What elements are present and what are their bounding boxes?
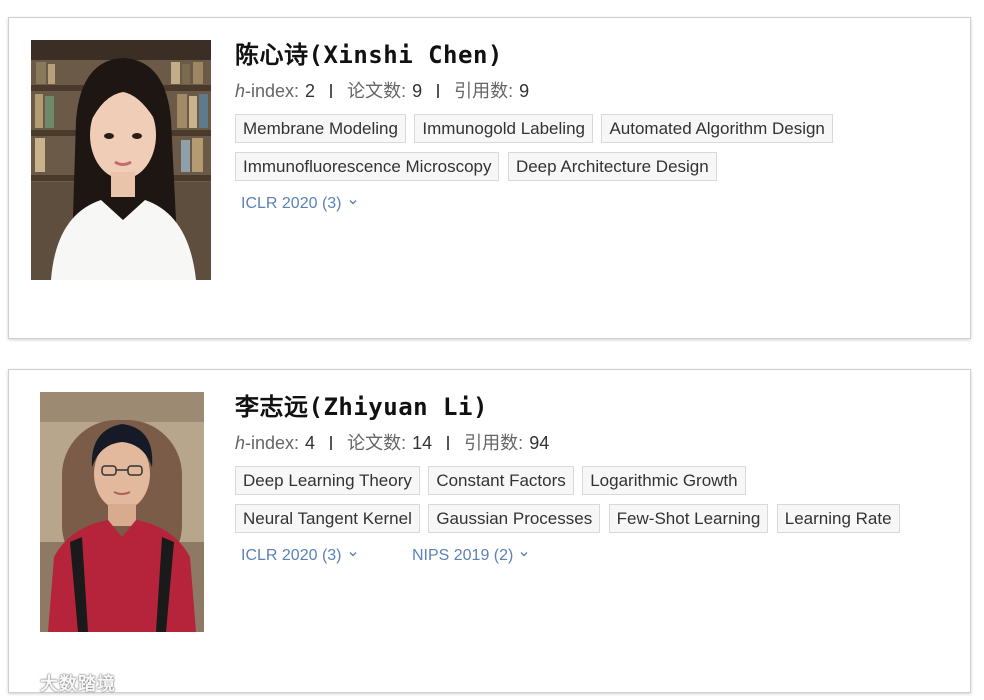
researcher-name[interactable]: 李志远(Zhiyuan Li) <box>235 390 950 424</box>
venue-label: NIPS 2019 (2) <box>411 547 514 564</box>
researcher-stats: h-index: 2 论文数: 9 引用数: 9 <box>235 78 950 104</box>
papers-value: 14 <box>412 433 433 453</box>
researcher-photo[interactable] <box>31 40 211 280</box>
h-index-prefix: h <box>235 433 246 453</box>
venue-label: ICLR 2020 (3) <box>241 547 342 564</box>
interest-tag[interactable]: Constant Factors <box>428 466 574 495</box>
interest-tag[interactable]: Few-Shot Learning <box>608 504 769 533</box>
researcher-photo[interactable] <box>40 392 204 632</box>
interest-tag[interactable]: Neural Tangent Kernel <box>235 504 420 533</box>
h-index-value: 4 <box>305 433 316 453</box>
venue-label: ICLR 2020 (3) <box>241 195 342 212</box>
venue-list: ICLR 2020 (3) <box>235 192 950 216</box>
interest-tag[interactable]: Automated Algorithm Design <box>601 114 833 143</box>
venue-dropdown[interactable]: NIPS 2019 (2) <box>412 544 529 568</box>
interest-tag[interactable]: Gaussian Processes <box>428 504 601 533</box>
h-index-value: 2 <box>305 81 316 101</box>
interest-tag[interactable]: Learning Rate <box>776 504 900 533</box>
citations-value: 9 <box>519 81 530 101</box>
researcher-name[interactable]: 陈心诗(Xinshi Chen) <box>235 38 950 72</box>
interest-tag[interactable]: Immunofluorescence Microscopy <box>235 152 500 181</box>
interest-tag[interactable]: Deep Learning Theory <box>235 466 420 495</box>
interest-tag[interactable]: Deep Architecture Design <box>507 152 717 181</box>
papers-label: 论文数: <box>347 433 407 453</box>
tag-list: Membrane Modeling Immunogold Labeling Au… <box>235 114 935 190</box>
chevron-down-icon <box>349 552 356 557</box>
interest-tag[interactable]: Immunogold Labeling <box>414 114 593 143</box>
stats-divider <box>330 436 333 450</box>
tag-list: Deep Learning Theory Constant Factors Lo… <box>235 466 935 542</box>
h-index-label: -index: <box>245 81 300 101</box>
citations-value: 94 <box>529 433 550 453</box>
stats-divider <box>330 84 333 98</box>
interest-tag[interactable]: Membrane Modeling <box>235 114 406 143</box>
chevron-down-icon <box>349 200 356 205</box>
watermark-text: 大数踏境 <box>40 674 116 694</box>
stats-divider <box>447 436 450 450</box>
researcher-card: 陈心诗(Xinshi Chen) h-index: 2 论文数: 9 引用数: 9 M… <box>8 17 971 339</box>
h-index-label: -index: <box>245 433 300 453</box>
watermark-logo-icon <box>11 677 37 691</box>
portrait-image <box>40 392 204 632</box>
h-index-prefix: h <box>235 81 246 101</box>
researcher-info: 陈心诗(Xinshi Chen) h-index: 2 论文数: 9 引用数: 9 M… <box>235 38 950 216</box>
portrait-image <box>31 40 211 280</box>
interest-tag[interactable]: Logarithmic Growth <box>582 466 746 495</box>
venue-dropdown[interactable]: ICLR 2020 (3) <box>241 544 358 568</box>
venue-list: ICLR 2020 (3) NIPS 2019 (2) <box>235 544 950 568</box>
citations-label: 引用数: <box>464 433 524 453</box>
citations-label: 引用数: <box>454 81 514 101</box>
chevron-down-icon <box>520 552 528 557</box>
venue-dropdown[interactable]: ICLR 2020 (3) <box>241 192 358 216</box>
stats-divider <box>437 84 440 98</box>
researcher-card: 李志远(Zhiyuan Li) h-index: 4 论文数: 14 引用数: 94 … <box>8 369 971 693</box>
watermark: 大数踏境 <box>10 670 116 696</box>
researcher-stats: h-index: 4 论文数: 14 引用数: 94 <box>235 430 950 456</box>
papers-label: 论文数: <box>347 81 407 101</box>
researcher-info: 李志远(Zhiyuan Li) h-index: 4 论文数: 14 引用数: 94 … <box>235 390 950 568</box>
papers-value: 9 <box>412 81 423 101</box>
